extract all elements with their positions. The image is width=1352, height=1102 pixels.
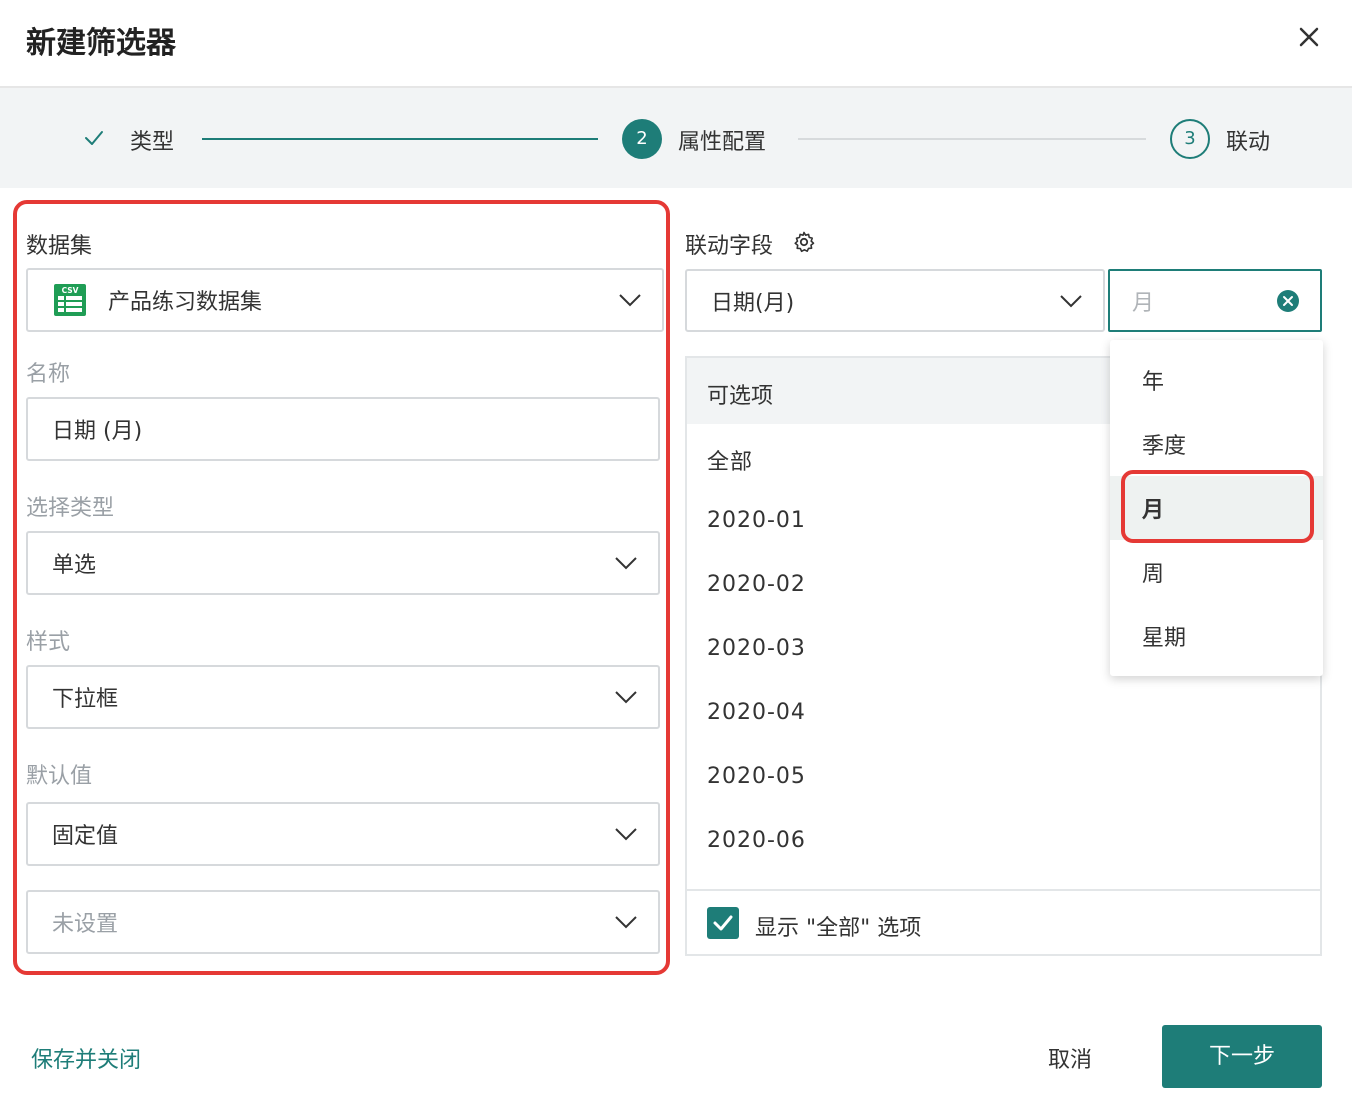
left-form-highlight bbox=[13, 200, 670, 975]
option-item[interactable]: 全部 bbox=[707, 444, 753, 476]
clear-icon[interactable] bbox=[1276, 289, 1300, 313]
menu-item-label: 季度 bbox=[1142, 434, 1187, 459]
step-linkage-label: 联动 bbox=[1226, 130, 1271, 155]
menu-item-quarter[interactable]: 季度 bbox=[1110, 412, 1323, 476]
dialog-title: 新建筛选器 bbox=[26, 26, 176, 61]
show-all-checkbox[interactable] bbox=[707, 907, 739, 939]
close-icon[interactable] bbox=[1294, 22, 1324, 52]
month-option-highlight bbox=[1121, 470, 1314, 543]
option-item[interactable]: 2020-05 bbox=[707, 764, 806, 789]
menu-item-week[interactable]: 周 bbox=[1110, 540, 1323, 604]
step-2-number: 2 bbox=[622, 119, 662, 159]
step-connector-todo bbox=[798, 138, 1146, 140]
menu-item-weekday[interactable]: 星期 bbox=[1110, 604, 1323, 668]
step-3-number: 3 bbox=[1170, 119, 1210, 159]
granularity-placeholder: 月 bbox=[1132, 290, 1155, 316]
step-attributes-label: 属性配置 bbox=[678, 130, 767, 155]
menu-item-label: 周 bbox=[1142, 562, 1165, 587]
option-item[interactable]: 2020-06 bbox=[707, 828, 806, 853]
option-item[interactable]: 2020-03 bbox=[707, 636, 806, 661]
checkmark-icon bbox=[713, 915, 733, 931]
chevron-down-icon bbox=[1060, 294, 1082, 307]
show-all-label: 显示 "全部" 选项 bbox=[755, 916, 922, 941]
option-item[interactable]: 2020-02 bbox=[707, 572, 806, 597]
option-item[interactable]: 2020-01 bbox=[707, 508, 806, 533]
save-and-close-link[interactable]: 保存并关闭 bbox=[31, 1042, 141, 1074]
gear-icon[interactable] bbox=[792, 230, 816, 254]
option-item[interactable]: 2020-04 bbox=[707, 700, 806, 725]
granularity-select[interactable]: 月 bbox=[1108, 269, 1322, 332]
menu-item-label: 星期 bbox=[1142, 626, 1187, 651]
menu-item-year[interactable]: 年 bbox=[1110, 348, 1323, 412]
linkage-field-value: 日期(月) bbox=[711, 290, 795, 316]
step-connector-done bbox=[202, 138, 598, 140]
cancel-button[interactable]: 取消 bbox=[1048, 1042, 1092, 1074]
next-step-button[interactable]: 下一步 bbox=[1162, 1025, 1322, 1088]
options-footer-divider bbox=[687, 889, 1320, 891]
check-icon bbox=[85, 131, 103, 145]
step-type-label: 类型 bbox=[130, 130, 175, 155]
linkage-field-label: 联动字段 bbox=[685, 234, 774, 259]
menu-item-label: 年 bbox=[1142, 370, 1165, 395]
options-header-label: 可选项 bbox=[707, 384, 774, 409]
linkage-field-select[interactable]: 日期(月) bbox=[685, 269, 1105, 332]
